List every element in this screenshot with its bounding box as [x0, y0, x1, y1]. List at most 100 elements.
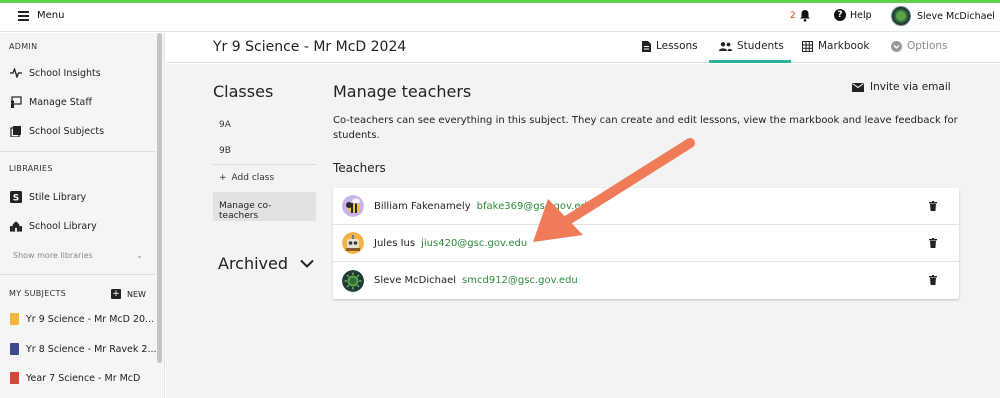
subject-header: Yr 9 Science - Mr McD 2024 Lessons Stude… — [166, 32, 1000, 63]
grid-icon — [802, 40, 813, 52]
teachers-heading: Teachers — [333, 161, 386, 175]
sidebar-item-label: Stile Library — [29, 191, 87, 203]
user-name: Sleve McDichael — [917, 10, 995, 22]
invite-via-email-button[interactable]: Invite via email — [852, 81, 951, 93]
teacher-email[interactable]: bfake369@gsc.gov.edu — [477, 201, 594, 212]
robot-avatar-icon — [342, 232, 364, 254]
help-button[interactable]: ? Help — [834, 9, 872, 21]
chevron-down-icon — [300, 259, 314, 268]
teacher-email[interactable]: smcd912@gsc.gov.edu — [462, 275, 578, 286]
tab-students[interactable]: Students — [719, 40, 784, 52]
sidebar: ADMIN School Insights Manage Staff Schoo… — [0, 33, 165, 398]
sidebar-heading-admin: ADMIN — [9, 42, 38, 51]
sidebar-item-stile-library[interactable]: S Stile Library — [10, 191, 86, 203]
teacher-name: Billiam Fakenamely — [374, 200, 471, 212]
co-teachers-description: Co-teachers can see everything in this s… — [333, 115, 958, 141]
teacher-name: Jules Ius — [374, 237, 416, 249]
sidebar-item-manage-staff[interactable]: Manage Staff — [10, 96, 92, 108]
bell-icon — [799, 10, 810, 22]
divider — [0, 274, 155, 275]
divider — [0, 151, 155, 152]
classes-heading: Classes — [213, 82, 274, 101]
document-icon — [642, 40, 651, 52]
avatar — [891, 6, 911, 26]
chevron-circle-icon — [891, 40, 902, 52]
top-bar: Menu 2 ? Help Sleve McDichael — [0, 3, 1000, 32]
teacher-row: Jules Ius jius420@gsc.gov.edu — [333, 225, 959, 262]
sidebar-item-label: School Insights — [29, 67, 101, 79]
tab-lessons[interactable]: Lessons — [642, 40, 698, 52]
trash-icon[interactable] — [929, 201, 937, 211]
sidebar-scrollbar[interactable] — [157, 33, 162, 363]
hamburger-icon — [18, 11, 29, 21]
sidebar-heading-my-subjects: MY SUBJECTS — [9, 289, 67, 298]
main-content: Classes 9A 9B + Add class Manage co-teac… — [166, 64, 1000, 398]
new-subject-button[interactable]: + NEW — [111, 289, 146, 299]
pulse-icon — [10, 67, 22, 79]
archived-label: Archived — [218, 254, 289, 273]
teacher-name: Sleve McDichael — [374, 275, 457, 286]
user-menu[interactable]: Sleve McDichael — [891, 6, 995, 26]
sidebar-item-school-library[interactable]: School Library — [10, 220, 97, 232]
help-icon: ? — [834, 9, 846, 21]
school-building-icon — [10, 220, 22, 232]
divider — [213, 164, 316, 165]
subject-item-yr9[interactable]: Yr 9 Science - Mr McD 20... — [10, 313, 154, 325]
page-title: Yr 9 Science - Mr McD 2024 — [213, 39, 407, 55]
manage-co-teachers-item[interactable]: Manage co-teachers — [213, 192, 316, 221]
teachers-list: Billiam Fakenamely bfake369@gsc.gov.edu … — [333, 188, 959, 299]
subject-item-yr8[interactable]: Yr 8 Science - Mr Ravek 2... — [10, 343, 157, 355]
new-label: NEW — [127, 289, 146, 299]
menu-label: Menu — [37, 10, 65, 21]
trash-icon[interactable] — [929, 238, 937, 248]
notification-count: 2 — [790, 10, 796, 21]
teacher-email[interactable]: jius420@gsc.gov.edu — [421, 238, 527, 249]
books-icon — [10, 125, 22, 137]
stile-logo-icon: S — [10, 191, 22, 203]
subject-book-icon — [10, 313, 19, 325]
invite-label: Invite via email — [870, 81, 951, 93]
add-class-label: Add class — [231, 173, 275, 183]
sidebar-item-label: Manage Staff — [29, 96, 92, 108]
tab-label: Markbook — [818, 40, 870, 52]
subject-item-yr7[interactable]: Year 7 Science - Mr McD — [10, 372, 140, 384]
bee-avatar-icon — [342, 195, 364, 217]
class-item-9a[interactable]: 9A — [219, 120, 231, 130]
tab-options[interactable]: Options — [891, 40, 948, 52]
show-more-libraries[interactable]: Show more libraries ⌄ — [13, 251, 143, 260]
class-item-9b[interactable]: 9B — [219, 146, 231, 156]
subject-label: Yr 8 Science - Mr Ravek 2... — [26, 343, 157, 355]
teacher-row: Billiam Fakenamely bfake369@gsc.gov.edu — [333, 188, 959, 225]
sidebar-item-school-subjects[interactable]: School Subjects — [10, 125, 104, 137]
add-class-button[interactable]: + Add class — [219, 173, 274, 183]
subject-label: Yr 9 Science - Mr McD 20... — [26, 313, 155, 325]
virus-avatar-icon — [342, 269, 364, 292]
people-icon — [719, 41, 732, 51]
svg-text:S: S — [13, 194, 19, 204]
plus-icon: + — [111, 289, 121, 299]
plus-icon: + — [219, 173, 227, 183]
sidebar-heading-libraries: LIBRARIES — [9, 164, 53, 173]
tab-markbook[interactable]: Markbook — [802, 40, 870, 52]
subject-label: Year 7 Science - Mr McD — [26, 372, 141, 384]
subject-book-icon — [10, 372, 19, 384]
active-tab-indicator — [709, 60, 791, 63]
show-more-label: Show more libraries — [13, 251, 93, 260]
tab-label: Options — [907, 40, 948, 52]
subject-book-icon — [10, 343, 19, 355]
teacher-row: Sleve McDichael smcd912@gsc.gov.edu — [333, 262, 959, 299]
staff-board-icon — [10, 96, 22, 108]
tab-label: Students — [737, 40, 784, 52]
tab-label: Lessons — [656, 40, 698, 52]
mail-icon — [852, 82, 864, 92]
archived-toggle[interactable]: Archived — [218, 254, 314, 273]
sidebar-item-label: School Library — [29, 220, 97, 232]
manage-teachers-heading: Manage teachers — [333, 82, 472, 101]
sidebar-item-school-insights[interactable]: School Insights — [10, 67, 101, 79]
help-label: Help — [850, 9, 872, 21]
trash-icon[interactable] — [929, 275, 937, 285]
chevron-down-icon: ⌄ — [136, 251, 143, 260]
menu-button[interactable]: Menu — [18, 10, 64, 21]
notifications-button[interactable]: 2 — [790, 9, 811, 22]
sidebar-item-label: School Subjects — [29, 125, 105, 137]
